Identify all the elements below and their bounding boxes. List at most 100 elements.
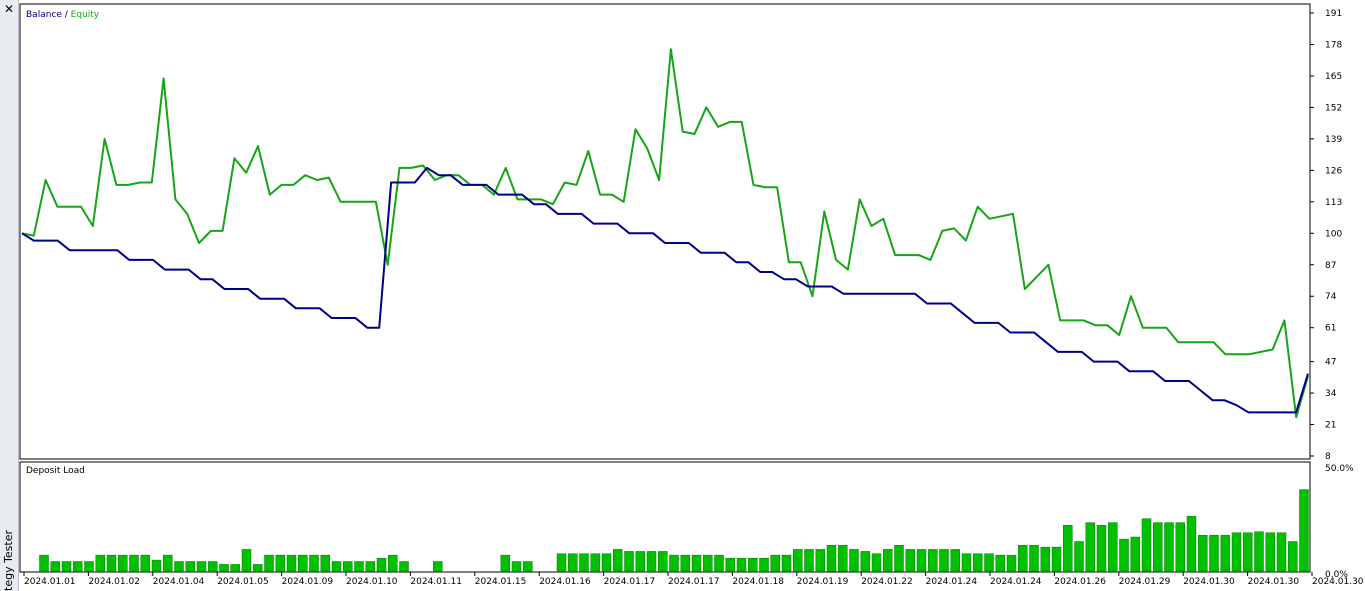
x-tick-label: 2024.01.16 xyxy=(539,577,591,587)
y-tick-label: 113 xyxy=(1325,198,1342,208)
deposit-load-bar xyxy=(185,561,196,572)
y-tick-label: 50.0% xyxy=(1325,464,1354,474)
deposit-load-bar xyxy=(174,561,184,572)
deposit-load-bar xyxy=(613,549,623,572)
deposit-load-bar xyxy=(714,554,724,572)
deposit-load-bar xyxy=(1096,525,1107,572)
deposit-load-bar xyxy=(1141,518,1152,572)
y-tick-label: 191 xyxy=(1325,9,1342,19)
deposit-load-bar xyxy=(669,554,679,572)
deposit-load-bar xyxy=(1018,545,1028,572)
deposit-load-bar xyxy=(1265,532,1276,572)
y-tick-label: 126 xyxy=(1325,166,1342,176)
deposit-load-bar xyxy=(1175,522,1186,572)
legend-balance: Balance xyxy=(26,10,62,20)
deposit-load-bar xyxy=(804,549,814,572)
deposit-load-bar xyxy=(163,554,173,572)
deposit-load-bar xyxy=(894,545,904,572)
x-tick-label: 2024.01.29 xyxy=(1119,577,1171,587)
deposit-load-bar xyxy=(388,554,398,572)
x-tick-label: 2024.01.19 xyxy=(797,577,849,587)
deposit-load-bar xyxy=(106,554,117,572)
x-tick-label: 2024.01.02 xyxy=(88,577,140,587)
deposit-load-bar xyxy=(151,559,162,572)
deposit-load-bar xyxy=(1299,489,1309,572)
x-tick-label: 2024.01.22 xyxy=(861,577,913,587)
deposit-load-bar xyxy=(1209,534,1219,572)
deposit-load-bar xyxy=(1040,546,1051,572)
x-tick-label: 2024.01.18 xyxy=(732,577,784,587)
deposit-load-bar xyxy=(849,549,859,572)
deposit-load-bar xyxy=(1276,532,1287,572)
deposit-load-bar xyxy=(646,551,657,572)
deposit-load-bar xyxy=(883,549,893,572)
deposit-load-bar xyxy=(793,549,803,572)
deposit-load-bar xyxy=(61,561,72,572)
x-tick-label: 2024.01.05 xyxy=(217,577,269,587)
deposit-load-bar xyxy=(376,557,387,572)
deposit-load-bar xyxy=(973,553,983,572)
deposit-load-bar xyxy=(73,561,83,572)
y-tick-label: 47 xyxy=(1325,358,1336,368)
deposit-load-bar xyxy=(1220,534,1231,572)
x-tick-label: 2024.01.15 xyxy=(475,577,527,587)
deposit-load-bar xyxy=(590,553,601,572)
legend: Balance / Equity xyxy=(26,10,100,20)
deposit-load-bar xyxy=(1006,554,1017,572)
deposit-load-y-axis: 50.0%0.0% xyxy=(1325,464,1354,580)
deposit-load-bar xyxy=(1029,545,1039,572)
y-tick-label: 139 xyxy=(1325,135,1342,145)
deposit-load-bar xyxy=(264,554,274,572)
deposit-load-bar xyxy=(1243,532,1253,572)
deposit-load-bar xyxy=(500,554,511,572)
deposit-load-bar xyxy=(129,554,139,572)
deposit-load-bar xyxy=(1074,541,1084,572)
deposit-load-bar xyxy=(118,554,128,572)
deposit-load-bar xyxy=(523,561,533,572)
deposit-load-bar xyxy=(624,551,634,572)
deposit-load-bar xyxy=(703,554,713,572)
deposit-load-bar xyxy=(1288,541,1298,572)
deposit-load-bar xyxy=(433,561,443,572)
y-tick-label: 165 xyxy=(1325,72,1342,82)
deposit-load-bar xyxy=(556,553,567,572)
deposit-load-bar xyxy=(140,554,151,572)
deposit-load-bar xyxy=(826,545,837,572)
deposit-load-bar xyxy=(860,551,871,572)
deposit-load-bar xyxy=(196,561,207,572)
deposit-load-bar xyxy=(1198,534,1208,572)
deposit-load-bar xyxy=(759,557,769,572)
deposit-load-bar xyxy=(1063,525,1073,572)
deposit-load-bar xyxy=(298,554,308,572)
deposit-load-bar xyxy=(50,561,61,572)
deposit-load-bar xyxy=(241,549,252,572)
x-tick-label: 2024.01.04 xyxy=(153,577,205,587)
deposit-load-bar xyxy=(928,549,938,572)
deposit-load-bar xyxy=(208,561,218,572)
deposit-load-bar xyxy=(995,554,1006,572)
deposit-load-bar xyxy=(320,554,331,572)
deposit-load-bar xyxy=(286,554,297,572)
y-tick-label: 152 xyxy=(1325,103,1342,113)
deposit-load-bar xyxy=(1119,538,1129,572)
deposit-load-bar xyxy=(961,553,972,572)
x-tick-label: 2024.01.24 xyxy=(926,577,978,587)
deposit-load-bar xyxy=(365,561,376,572)
x-tick-label: 2024.01.30 xyxy=(1312,577,1364,587)
deposit-load-bar xyxy=(916,549,927,572)
deposit-load-bar xyxy=(691,554,702,572)
deposit-load-bar xyxy=(680,554,691,572)
x-tick-label: 2024.01.30 xyxy=(1248,577,1300,587)
deposit-load-bar xyxy=(838,545,848,572)
deposit-load-bar xyxy=(815,549,826,572)
deposit-load-bar xyxy=(1130,536,1141,572)
deposit-load-bar xyxy=(275,554,286,572)
main-y-axis: 191 178 165 152 139 126 113 100 87 74 61 47 34 21 8 xyxy=(1310,9,1342,462)
deposit-load-bar xyxy=(736,557,747,572)
x-tick-label: 2024.01.01 xyxy=(24,577,76,587)
x-tick-label: 2024.01.17 xyxy=(668,577,720,587)
legend-equity: Equity xyxy=(71,10,100,20)
deposit-load-bar xyxy=(950,549,961,572)
deposit-load-bar xyxy=(1153,522,1163,572)
deposit-load-bar xyxy=(984,553,994,572)
